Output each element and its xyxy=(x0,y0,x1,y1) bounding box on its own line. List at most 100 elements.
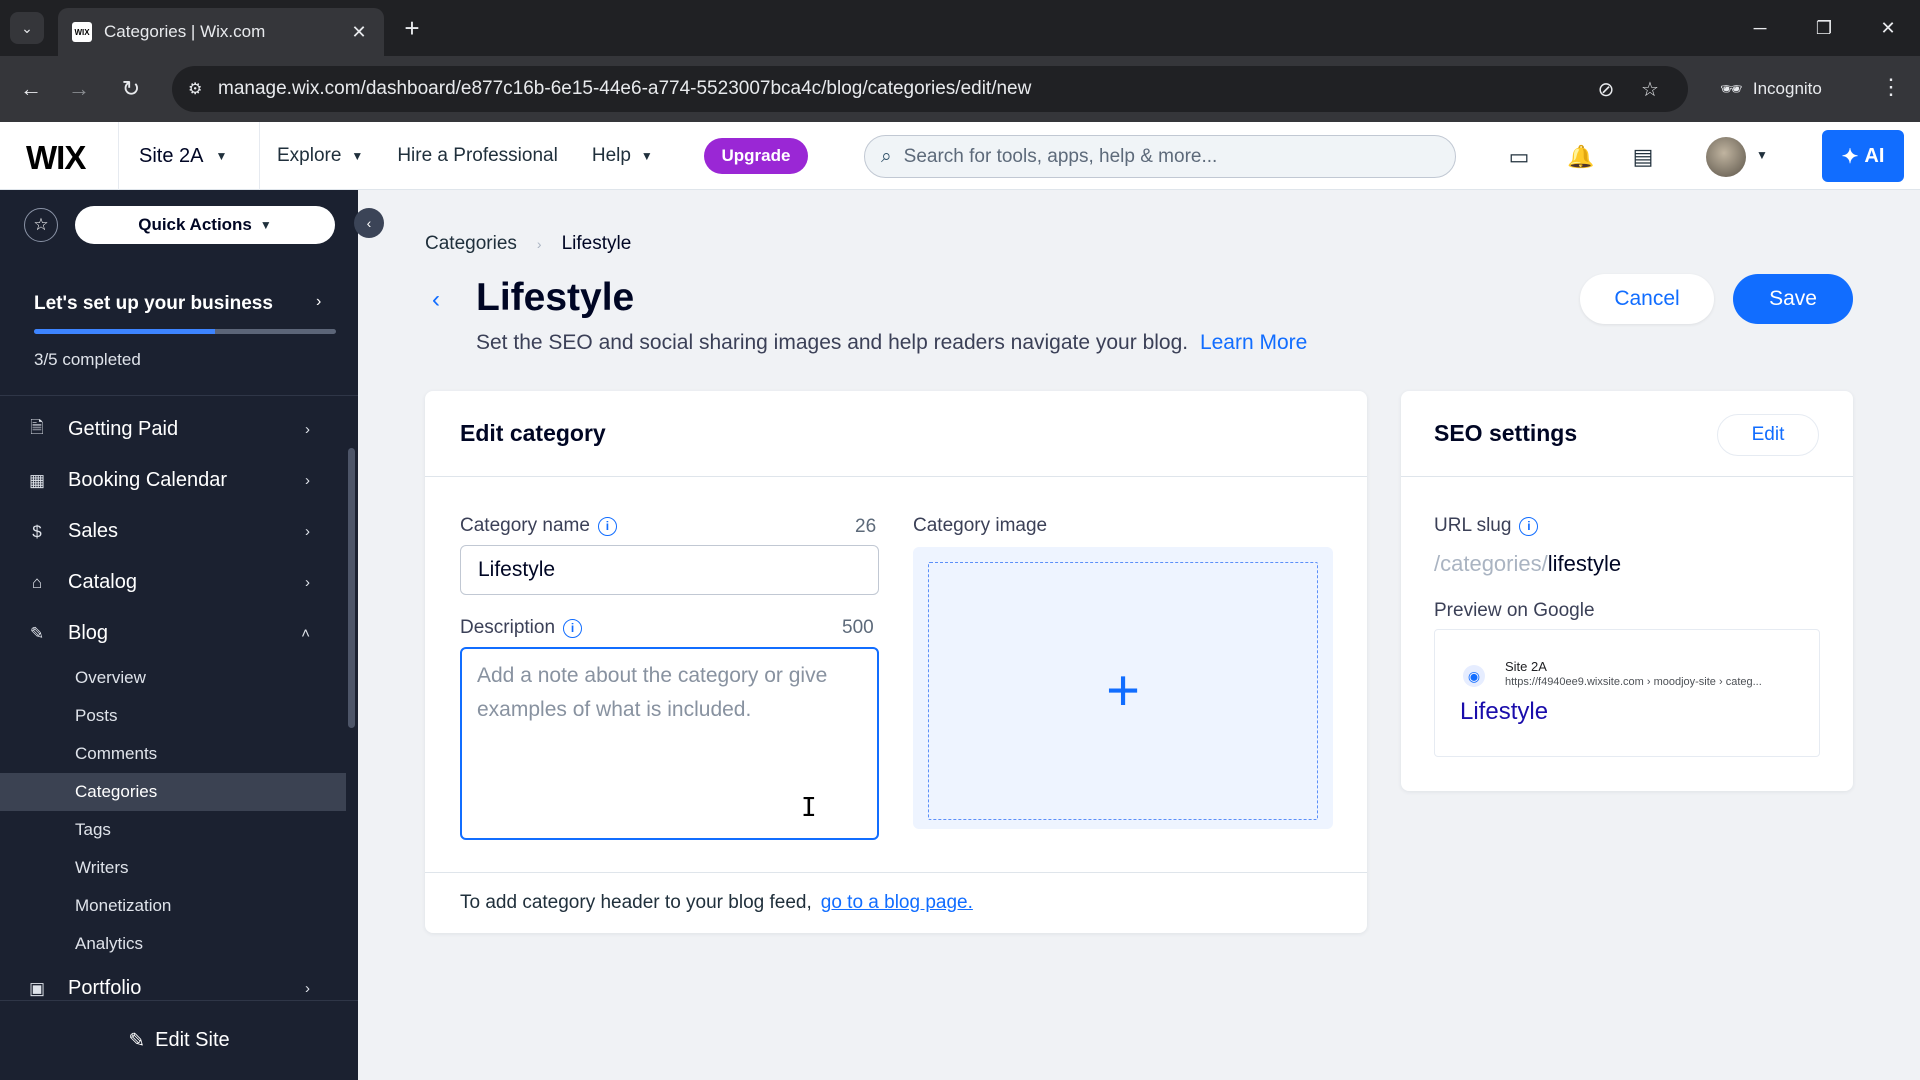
plus-icon: + xyxy=(1106,658,1140,723)
sidebar-subitem-analytics[interactable]: Analytics xyxy=(0,925,346,963)
avatar[interactable] xyxy=(1706,137,1746,177)
seo-edit-button[interactable]: Edit xyxy=(1717,414,1819,456)
browser-tab-active[interactable]: WIX Categories | Wix.com ✕ xyxy=(58,8,384,56)
sidebar-item-blog[interactable]: ✎ Blog ˄ xyxy=(0,608,346,659)
chevron-down-icon[interactable]: ▼ xyxy=(1756,148,1768,162)
sidebar-divider xyxy=(0,395,358,396)
back-arrow-icon[interactable]: ← xyxy=(14,72,48,106)
incognito-label: Incognito xyxy=(1752,79,1822,98)
sidebar-subitem-monetization[interactable]: Monetization xyxy=(0,887,346,925)
address-bar[interactable]: ⚙ manage.wix.com/dashboard/e877c16b-6e15… xyxy=(172,66,1688,112)
wix-logo[interactable]: WIX xyxy=(26,139,86,177)
seo-settings-card: SEO settings Edit URL slug i /categories… xyxy=(1401,391,1853,791)
chevron-right-icon: › xyxy=(305,523,310,540)
save-button[interactable]: Save xyxy=(1733,274,1853,324)
reload-icon[interactable]: ↻ xyxy=(114,72,148,106)
sidebar-item-label: Getting Paid xyxy=(68,418,179,440)
upgrade-button[interactable]: Upgrade xyxy=(704,138,808,174)
site-switcher[interactable]: Site 2A ▼ xyxy=(118,122,260,190)
url-text[interactable]: manage.wix.com/dashboard/e877c16b-6e15-4… xyxy=(218,78,1584,100)
sidebar-item-label: Portfolio xyxy=(68,977,142,999)
pencil-icon: ✎ xyxy=(128,1030,146,1052)
breadcrumb-current: Lifestyle xyxy=(561,233,632,254)
chevron-right-icon: › xyxy=(536,236,542,252)
bookmark-star-icon[interactable]: ☆ xyxy=(1628,77,1672,102)
description-label: Description i xyxy=(460,617,583,639)
chevron-down-icon: ▼ xyxy=(640,149,653,163)
info-icon[interactable]: i xyxy=(597,516,617,536)
learn-more-link[interactable]: Learn More xyxy=(1200,331,1307,354)
sidebar-subitem-overview[interactable]: Overview xyxy=(0,659,346,697)
window-close-icon[interactable]: ✕ xyxy=(1856,0,1920,56)
restore-icon[interactable]: ❐ xyxy=(1792,0,1856,56)
sidebar-subitem-tags[interactable]: Tags xyxy=(0,811,346,849)
sidebar-item-sales[interactable]: $ Sales › xyxy=(0,506,346,557)
news-icon[interactable]: ▤ xyxy=(1628,142,1658,172)
nav-hire-professional[interactable]: Hire a Professional xyxy=(397,145,558,167)
category-name-label: Category name i xyxy=(460,515,617,537)
sidebar-collapse-chevron-icon[interactable]: ‹ xyxy=(354,208,384,238)
sidebar-item-booking-calendar[interactable]: ▦ Booking Calendar › xyxy=(0,455,346,506)
nav-explore[interactable]: Explore ▼ xyxy=(277,145,363,167)
setup-title[interactable]: Let's set up your business xyxy=(34,293,273,315)
category-image-dashed-area[interactable]: + xyxy=(928,562,1318,820)
ai-assistant-button[interactable]: ✦ AI xyxy=(1822,130,1904,182)
wix-favicon-icon: WIX xyxy=(72,22,92,42)
seo-settings-header: SEO settings Edit xyxy=(1401,391,1853,477)
globe-icon: ◉ xyxy=(1463,665,1485,687)
sidebar-subitem-posts[interactable]: Posts xyxy=(0,697,346,735)
edit-site-button[interactable]: ✎ Edit Site xyxy=(0,1000,358,1080)
new-tab-plus-icon[interactable]: + xyxy=(398,14,426,42)
search-input[interactable] xyxy=(903,145,1439,168)
eye-off-icon[interactable]: ⊘ xyxy=(1584,77,1628,102)
go-to-blog-page-link[interactable]: go to a blog page. xyxy=(821,892,973,914)
setup-progress-fill xyxy=(34,329,216,334)
edit-category-card: Edit category Category name i 26 Descrip… xyxy=(425,391,1367,933)
tab-close-icon[interactable]: ✕ xyxy=(348,22,370,43)
category-name-label-text: Category name xyxy=(460,515,590,536)
incognito-indicator[interactable]: 🕶 Incognito xyxy=(1720,70,1822,108)
tab-list-chevron-icon[interactable]: ⌄ xyxy=(10,12,44,44)
google-preview-site: Site 2A xyxy=(1505,659,1547,674)
sidebar: ☆ Quick Actions ▼ Let's set up your busi… xyxy=(0,190,358,1080)
ai-label: AI xyxy=(1864,144,1885,167)
nav-hire-label: Hire a Professional xyxy=(397,145,558,166)
sidebar-subitem-comments[interactable]: Comments xyxy=(0,735,346,773)
forward-arrow-icon[interactable]: → xyxy=(62,72,96,106)
sidebar-subitem-writers[interactable]: Writers xyxy=(0,849,346,887)
seo-settings-title: SEO settings xyxy=(1434,420,1578,446)
dollar-icon: $ xyxy=(32,521,42,541)
preview-on-google-label: Preview on Google xyxy=(1434,600,1595,621)
google-preview-title: Lifestyle xyxy=(1460,698,1549,725)
browser-menu-kebab-icon[interactable]: ⋮ xyxy=(1876,74,1906,100)
minimize-icon[interactable]: ─ xyxy=(1728,0,1792,56)
breadcrumb-categories[interactable]: Categories xyxy=(425,233,517,255)
calendar-icon: ▦ xyxy=(28,470,46,490)
category-image-dropzone[interactable]: + xyxy=(913,547,1333,829)
window-controls: ─ ❐ ✕ xyxy=(1728,0,1920,56)
bell-icon[interactable]: 🔔 xyxy=(1566,142,1596,172)
chat-icon[interactable]: ▭ xyxy=(1504,142,1534,172)
chevron-right-icon[interactable]: › xyxy=(316,293,321,311)
site-info-icon[interactable]: ⚙ xyxy=(188,79,218,99)
back-chevron-icon[interactable]: ‹ xyxy=(424,284,448,316)
sidebar-scrollbar[interactable] xyxy=(348,448,355,728)
category-name-input[interactable] xyxy=(460,545,879,595)
sidebar-item-label: Catalog xyxy=(68,571,137,593)
info-icon[interactable]: i xyxy=(1519,516,1539,536)
description-char-count: 500 xyxy=(842,617,874,638)
search-box[interactable]: ⌕ xyxy=(864,135,1456,178)
sidebar-item-label: Blog xyxy=(68,622,109,644)
sidebar-item-getting-paid[interactable]: 🗎 Getting Paid › xyxy=(0,404,346,455)
sidebar-subitem-categories[interactable]: Categories xyxy=(0,773,346,811)
category-image-label-text: Category image xyxy=(913,515,1048,536)
star-icon[interactable]: ☆ xyxy=(24,208,58,242)
chevron-down-icon: ▼ xyxy=(215,149,228,163)
slug-prefix: /categories/ xyxy=(1434,551,1548,576)
sidebar-item-catalog[interactable]: ⌂ Catalog › xyxy=(0,557,346,608)
cancel-button[interactable]: Cancel xyxy=(1580,274,1714,324)
pen-nib-icon: ✎ xyxy=(29,623,45,643)
nav-help[interactable]: Help ▼ xyxy=(592,145,653,167)
info-icon[interactable]: i xyxy=(563,618,583,638)
quick-actions-button[interactable]: Quick Actions ▼ xyxy=(75,206,335,244)
